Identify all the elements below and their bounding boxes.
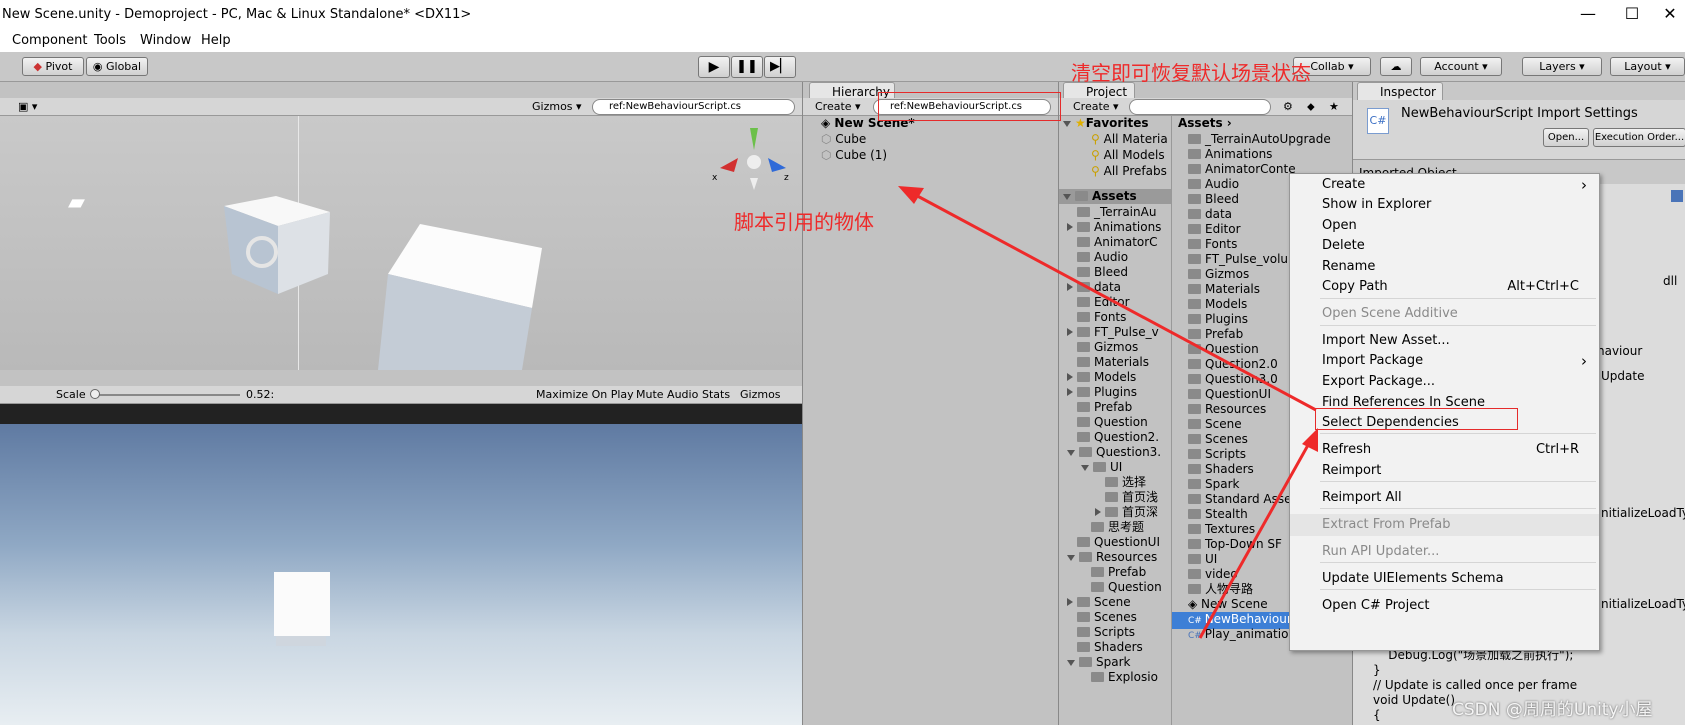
arrow-line-1 (909, 190, 1317, 412)
watermark: CSDN @周周的Unity小屋 (1452, 700, 1653, 720)
arrow-head-2 (1302, 428, 1318, 452)
annotation-arrows (898, 186, 1318, 639)
arrow-head-1 (898, 186, 924, 204)
arrow-line-2 (1198, 437, 1314, 639)
